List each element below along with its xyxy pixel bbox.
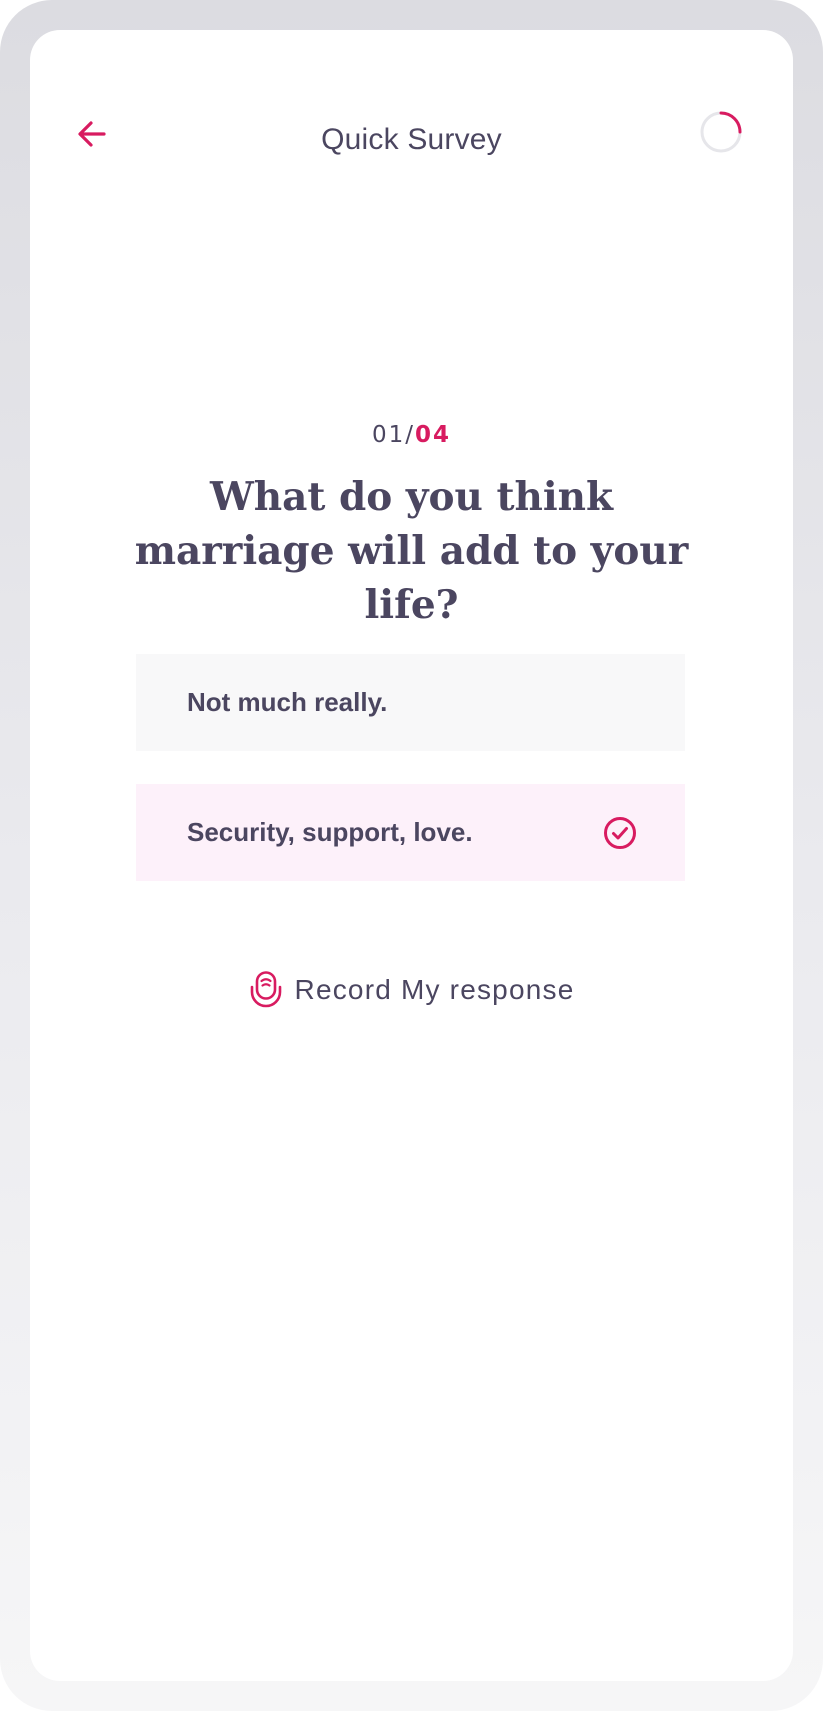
question-counter: 01/04 xyxy=(30,422,793,448)
answer-option-label: Security, support, love. xyxy=(187,817,473,847)
question-current: 01/ xyxy=(371,422,415,448)
answer-option-label: Not much really. xyxy=(187,687,388,717)
record-response-label: Record My response xyxy=(294,974,575,1005)
record-response-button[interactable]: Record My response xyxy=(30,962,793,1018)
page-title: Quick Survey xyxy=(321,123,502,156)
answer-option-selected[interactable]: Security, support, love. xyxy=(136,784,685,881)
screen: Quick Survey 01/04 What do you think mar… xyxy=(30,30,793,1681)
check-circle-icon xyxy=(604,816,636,849)
device-frame: Quick Survey 01/04 What do you think mar… xyxy=(0,0,823,1711)
progress-ring-icon xyxy=(700,111,742,153)
question-total: 04 xyxy=(415,422,452,448)
microphone-icon xyxy=(250,971,281,1008)
answer-option[interactable]: Not much really. xyxy=(136,654,685,751)
question-text: What do you think marriage will add to y… xyxy=(134,474,689,628)
